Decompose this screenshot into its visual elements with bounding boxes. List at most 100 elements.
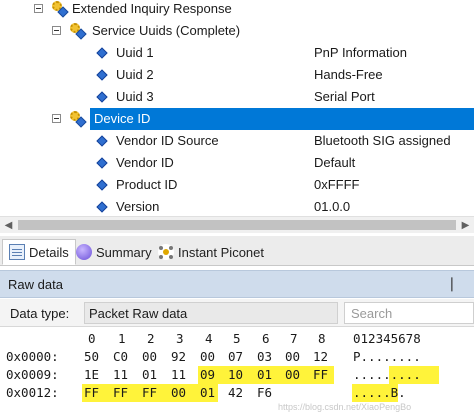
tab-summary[interactable]: Summary [70, 239, 158, 265]
tree-value: Bluetooth SIG assigned [314, 133, 451, 148]
tree-label: Vendor ID [116, 155, 174, 170]
column-header: 1 [118, 331, 126, 346]
tree-label: Uuid 3 [116, 89, 154, 104]
tree-row-uuid1[interactable]: Uuid 1 PnP Information [0, 42, 474, 64]
search-input[interactable]: Search [344, 302, 474, 324]
field-icon [96, 47, 108, 59]
column-header: 5 [233, 331, 241, 346]
collapse-toggle-icon[interactable] [52, 114, 61, 123]
piconet-icon [158, 244, 174, 260]
column-header: 4 [205, 331, 213, 346]
scroll-right-icon[interactable]: ▶ [457, 217, 474, 234]
tree-row-device-id[interactable]: Device ID [0, 108, 474, 130]
hex-byte[interactable]: 01 [200, 384, 215, 402]
ascii-text[interactable]: .....B. [353, 384, 406, 402]
tree-label: Uuid 2 [116, 67, 154, 82]
tree-value: Default [314, 155, 356, 170]
hex-byte[interactable]: 11 [113, 366, 128, 384]
hex-byte[interactable]: FF [113, 384, 128, 402]
tree-row-uuid3[interactable]: Uuid 3 Serial Port [0, 86, 474, 108]
tree-value: PnP Information [314, 45, 407, 60]
properties-tree: Extended Inquiry Response Service Uuids … [0, 0, 474, 216]
hex-byte[interactable]: 09 [200, 366, 215, 384]
hex-byte[interactable]: 03 [257, 348, 272, 366]
tree-row-version[interactable]: Version 01.0.0 [0, 196, 474, 216]
hex-byte[interactable]: 92 [171, 348, 186, 366]
hex-byte[interactable]: 01 [257, 366, 272, 384]
column-header: 3 [176, 331, 184, 346]
scrollbar-thumb[interactable] [18, 220, 456, 230]
summary-icon [76, 244, 92, 260]
tab-details[interactable]: Details [2, 239, 76, 265]
hex-byte[interactable]: F6 [257, 384, 272, 402]
raw-data-header: Raw data ❘ [0, 270, 474, 298]
hex-byte[interactable]: 11 [171, 366, 186, 384]
hex-byte[interactable]: 50 [84, 348, 99, 366]
hex-byte[interactable]: 00 [200, 348, 215, 366]
horizontal-scrollbar[interactable]: ◀ ▶ [0, 216, 474, 233]
hex-byte[interactable]: 00 [142, 348, 157, 366]
tree-row-vendor-id-source[interactable]: Vendor ID Source Bluetooth SIG assigned [0, 130, 474, 152]
hex-byte[interactable]: FF [313, 366, 328, 384]
tree-value: 01.0.0 [314, 199, 351, 214]
group-icon [70, 111, 87, 128]
tree-label: Uuid 1 [116, 45, 154, 60]
tree-row-vendor-id[interactable]: Vendor ID Default [0, 152, 474, 174]
watermark: https://blog.csdn.net/XiaoPengBo [278, 402, 412, 412]
column-header: 7 [290, 331, 298, 346]
field-icon [96, 201, 108, 213]
row-offset: 0x0012: [6, 385, 59, 400]
field-icon [96, 157, 108, 169]
column-header: 6 [262, 331, 270, 346]
hex-byte[interactable]: 10 [228, 366, 243, 384]
collapse-toggle-icon[interactable] [52, 26, 61, 35]
field-icon [96, 69, 108, 81]
data-type-label: Data type: [10, 306, 70, 321]
hex-byte[interactable]: 00 [171, 384, 186, 402]
hex-byte[interactable]: FF [84, 384, 99, 402]
tree-row-uuid2[interactable]: Uuid 2 Hands-Free [0, 64, 474, 86]
tree-label: Extended Inquiry Response [72, 1, 232, 16]
group-icon [70, 23, 87, 40]
field-icon [96, 91, 108, 103]
details-icon [9, 244, 25, 260]
ascii-text[interactable]: P........ [353, 348, 421, 366]
tree-row-service-uuids[interactable]: Service Uuids (Complete) [0, 20, 474, 42]
hex-row: 0x0009: 1E 11 01 11 09 10 01 00 FF .....… [0, 366, 474, 384]
panel-title: Raw data [8, 277, 63, 292]
tree-label: Version [116, 199, 160, 214]
tab-instant-piconet[interactable]: Instant Piconet [152, 239, 270, 265]
row-offset: 0x0000: [6, 349, 59, 364]
pin-icon[interactable]: ❘ [446, 275, 458, 292]
hex-byte[interactable]: 00 [285, 348, 300, 366]
hex-row: 0x0000: 50 C0 00 92 00 07 03 00 12 P....… [0, 348, 474, 366]
hex-byte[interactable]: 12 [313, 348, 328, 366]
tab-bar: Details Summary Instant Piconet [0, 236, 474, 266]
tree-value: Serial Port [314, 89, 375, 104]
tab-label: Instant Piconet [178, 244, 264, 260]
hex-byte[interactable]: 01 [142, 366, 157, 384]
tab-label: Summary [96, 244, 152, 260]
data-type-select[interactable]: Packet Raw data [84, 302, 338, 324]
hex-byte[interactable]: 00 [285, 366, 300, 384]
field-icon [96, 135, 108, 147]
row-offset: 0x0009: [6, 367, 59, 382]
field-icon [96, 179, 108, 191]
tab-label: Details [29, 244, 69, 260]
collapse-toggle-icon[interactable] [34, 4, 43, 13]
hex-byte[interactable]: 42 [228, 384, 243, 402]
data-type-bar: Data type: Packet Raw data Search [0, 299, 474, 327]
hex-header-row: 0 1 2 3 4 5 6 7 8 012345678 [0, 330, 474, 348]
tree-value: 0xFFFF [314, 177, 360, 192]
hex-byte[interactable]: FF [142, 384, 157, 402]
column-header: 8 [318, 331, 326, 346]
hex-byte[interactable]: 1E [84, 366, 99, 384]
ascii-text[interactable]: ......... [353, 366, 421, 384]
tree-row-eir[interactable]: Extended Inquiry Response [0, 0, 474, 20]
hex-byte[interactable]: C0 [113, 348, 128, 366]
scroll-left-icon[interactable]: ◀ [0, 217, 17, 234]
tree-row-product-id[interactable]: Product ID 0xFFFF [0, 174, 474, 196]
group-icon [52, 1, 69, 18]
column-header: 2 [147, 331, 155, 346]
hex-byte[interactable]: 07 [228, 348, 243, 366]
